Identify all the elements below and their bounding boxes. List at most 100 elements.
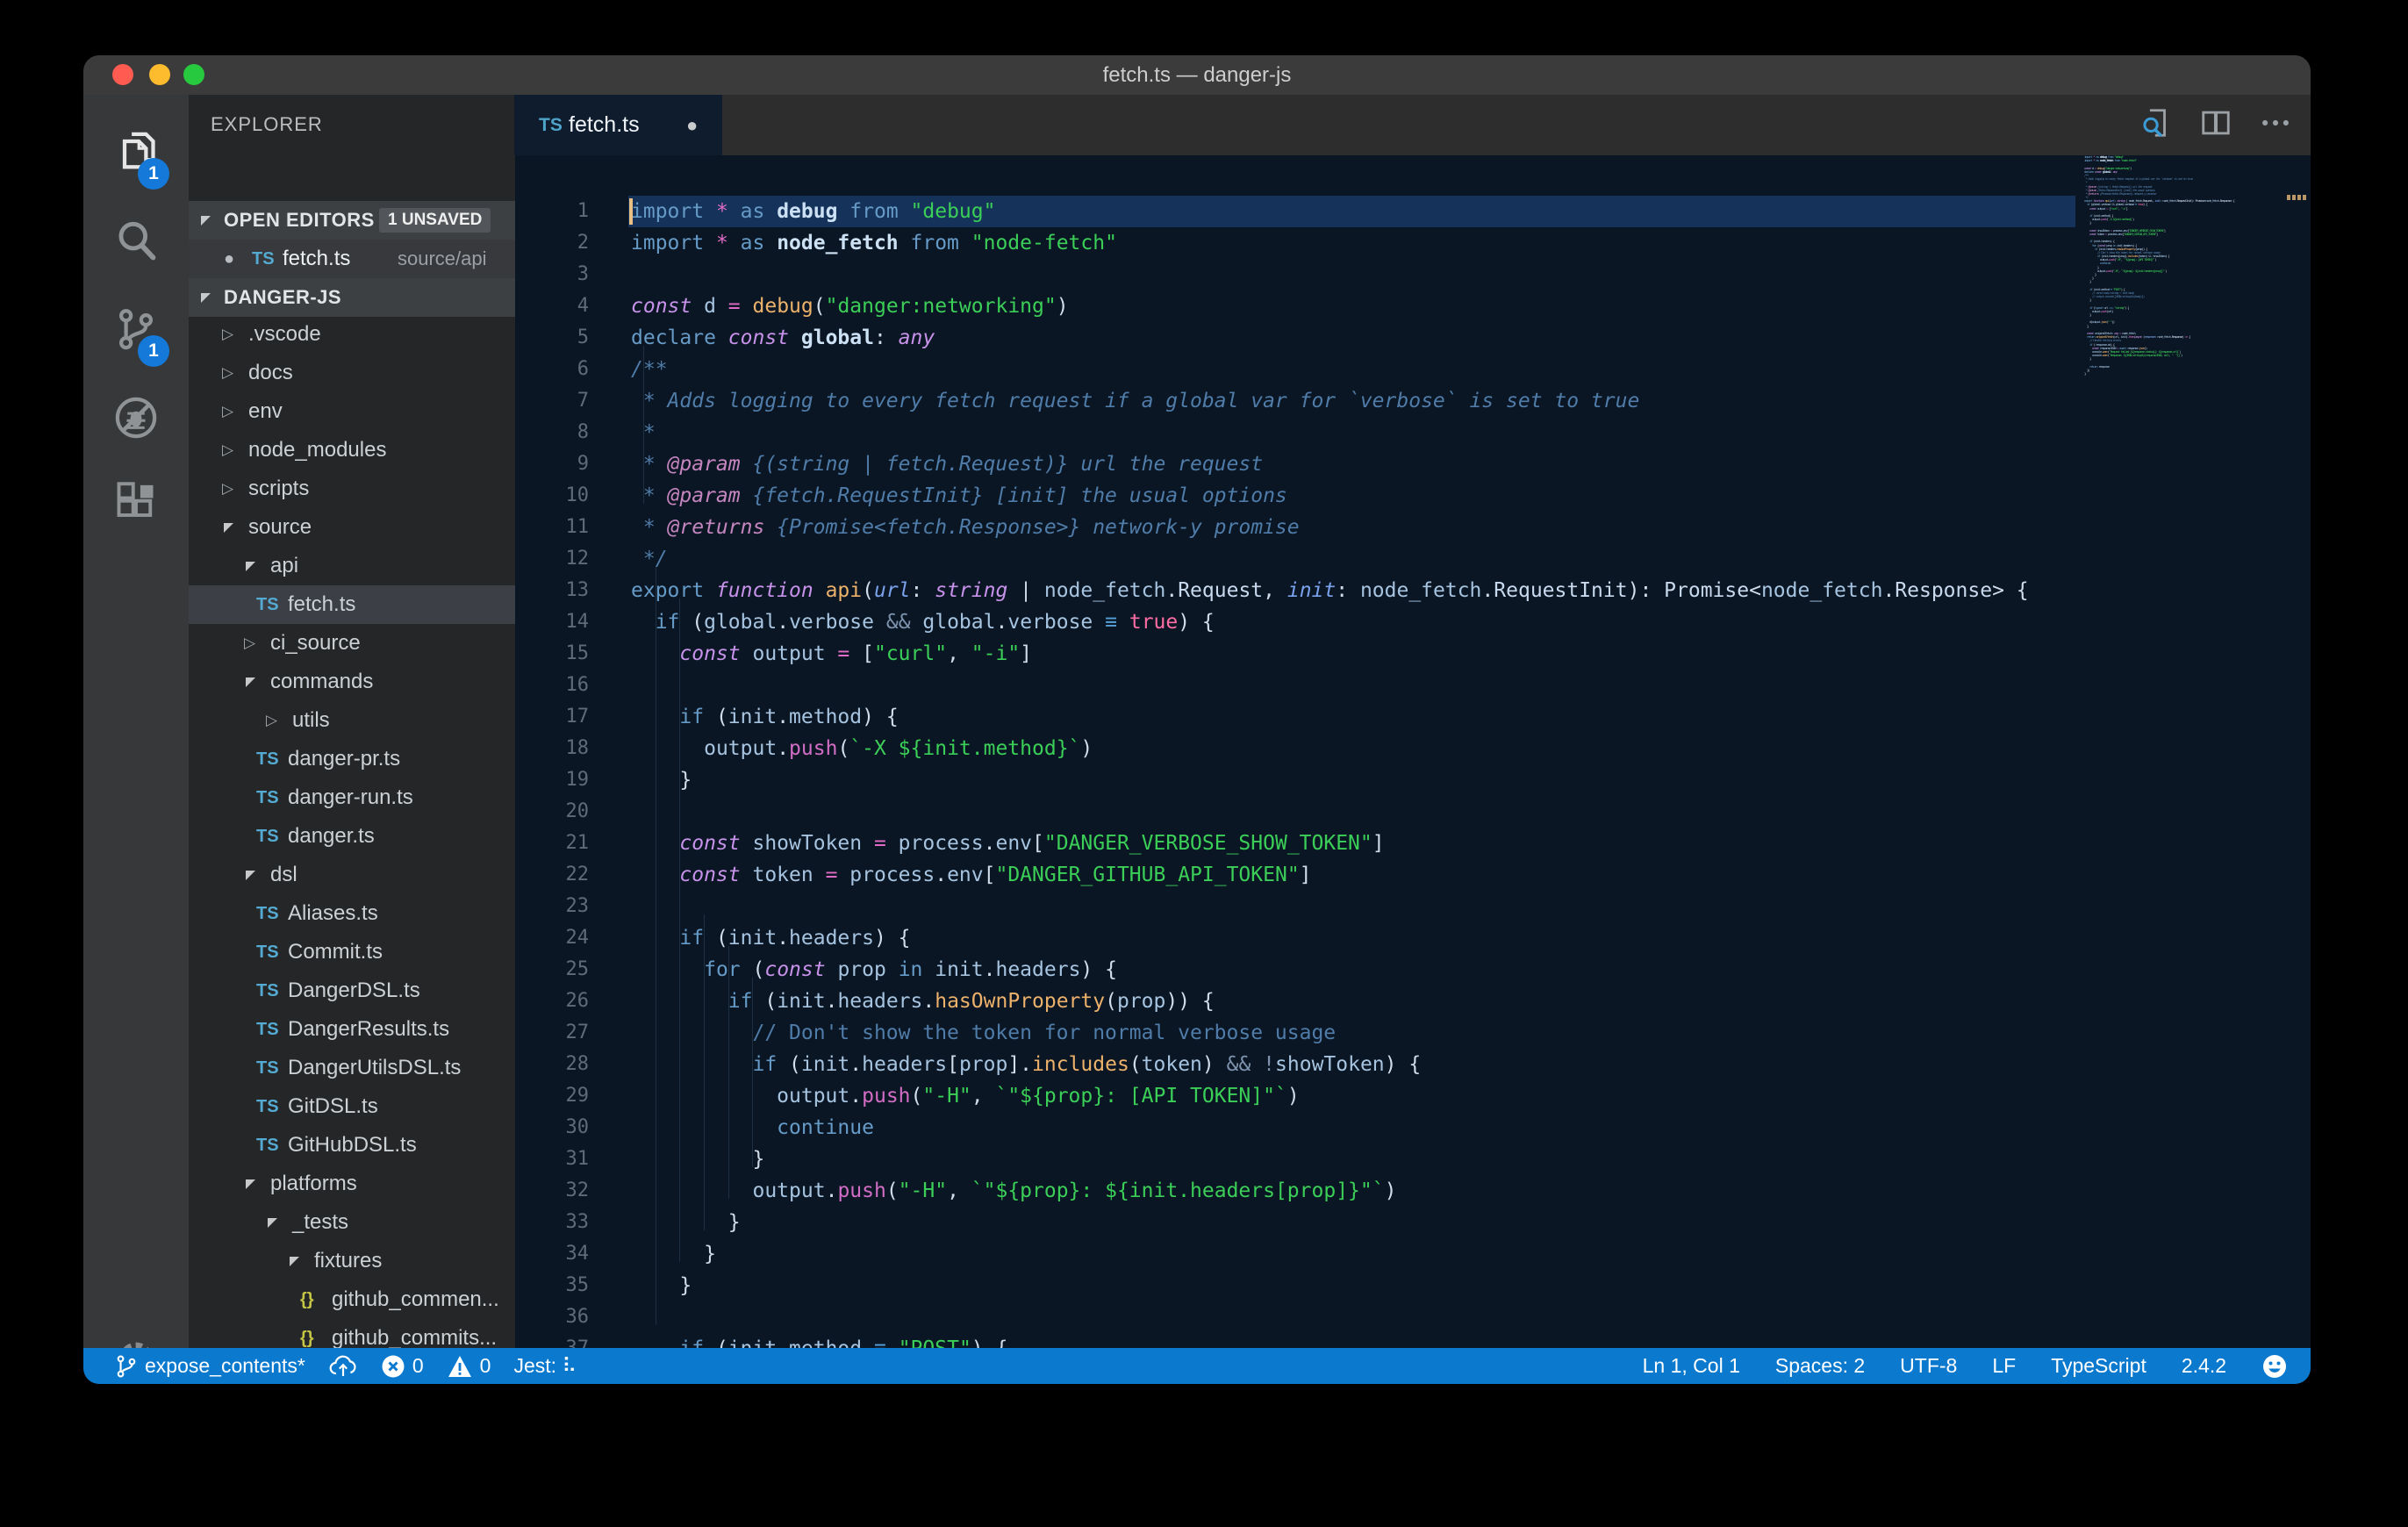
vscode-window: fetch.ts — danger-js 11 EXPLORER OPEN ED… bbox=[83, 55, 2311, 1384]
project-section-header[interactable]: DANGER-JS bbox=[189, 278, 515, 317]
sidebar-title: EXPLORER bbox=[211, 95, 323, 154]
tree-file-DangerDSLts[interactable]: TSDangerDSL.ts bbox=[189, 971, 515, 1010]
tree-folder-vscode[interactable]: ▷.vscode bbox=[189, 315, 515, 354]
tree-folder-api[interactable]: api bbox=[189, 547, 515, 585]
tree-file-GitHubDSLts[interactable]: TSGitHubDSL.ts bbox=[189, 1126, 515, 1165]
chevron-collapsed-icon: ▷ bbox=[222, 431, 233, 470]
open-preview-button[interactable] bbox=[2139, 108, 2174, 143]
minimap[interactable]: import * as debug from "debug"import * a… bbox=[2084, 155, 2286, 419]
status-error[interactable]: 0 bbox=[381, 1354, 424, 1379]
status-typescript[interactable]: TypeScript bbox=[2051, 1354, 2146, 1378]
line-number: 27 bbox=[515, 1017, 589, 1049]
tab-label: fetch.ts bbox=[569, 95, 640, 155]
status-spaces-2[interactable]: Spaces: 2 bbox=[1775, 1354, 1865, 1378]
editor-group: TS fetch.ts ● 12345678910111213141516171… bbox=[515, 95, 2311, 1348]
status-jest-status[interactable]: Jest: ⠧ bbox=[513, 1354, 577, 1378]
line-number: 20 bbox=[515, 796, 589, 828]
more-actions-button[interactable] bbox=[2258, 108, 2293, 143]
tree-folder-dsl[interactable]: dsl bbox=[189, 856, 515, 894]
tree-folder-commands[interactable]: commands bbox=[189, 663, 515, 701]
code-line-2: import * as node_fetch from "node-fetch" bbox=[628, 227, 2075, 259]
modified-dot-icon: ● bbox=[686, 95, 698, 155]
status-label: Jest: ⠧ bbox=[513, 1354, 577, 1378]
open-editors-header[interactable]: OPEN EDITORS 1 UNSAVED bbox=[189, 201, 515, 240]
line-number-gutter: 1234567891011121314151617181920212223242… bbox=[515, 196, 589, 1348]
indent-guide bbox=[679, 599, 680, 1262]
chevron-collapsed-icon: ▷ bbox=[266, 701, 277, 740]
tree-folder-source[interactable]: source bbox=[189, 508, 515, 547]
code-line-7: * Adds logging to every fetch request if… bbox=[628, 385, 2075, 417]
code-line-14: if (global.verbose && global.verbose ≡ t… bbox=[628, 606, 2075, 638]
tree-file-github_commits[interactable]: {}github_commits... bbox=[189, 1319, 515, 1348]
tree-file-DangerResultsts[interactable]: TSDangerResults.ts bbox=[189, 1010, 515, 1049]
activity-extensions-button[interactable] bbox=[83, 463, 189, 544]
tree-folder-_tests[interactable]: _tests bbox=[189, 1203, 515, 1242]
line-number: 24 bbox=[515, 922, 589, 954]
code-line-32: output.push("-H", `"${prop}: ${init.head… bbox=[628, 1175, 2075, 1207]
chevron-expanded-icon bbox=[246, 1179, 255, 1189]
tree-file-Committs[interactable]: TSCommit.ts bbox=[189, 933, 515, 971]
split-editor-button[interactable] bbox=[2198, 108, 2233, 143]
status-utf-8[interactable]: UTF-8 bbox=[1900, 1354, 1957, 1378]
code-line-4: const d = debug("danger:networking") bbox=[628, 290, 2075, 322]
code-line-23 bbox=[628, 891, 2075, 922]
tree-file-danger-runts[interactable]: TSdanger-run.ts bbox=[189, 778, 515, 817]
activity-search-button[interactable] bbox=[83, 200, 189, 281]
tree-folder-ci_source[interactable]: ▷ci_source bbox=[189, 624, 515, 663]
tree-folder-platforms[interactable]: platforms bbox=[189, 1165, 515, 1203]
code-line-12: */ bbox=[628, 543, 2075, 575]
status-label: LF bbox=[1992, 1354, 2016, 1378]
line-number: 14 bbox=[515, 606, 589, 638]
line-number: 36 bbox=[515, 1301, 589, 1333]
tree-file-github_commen[interactable]: {}github_commen... bbox=[189, 1280, 515, 1319]
tree-folder-utils[interactable]: ▷utils bbox=[189, 701, 515, 740]
tree-folder-docs[interactable]: ▷docs bbox=[189, 354, 515, 392]
status-ln-1-col-1[interactable]: Ln 1, Col 1 bbox=[1643, 1354, 1740, 1378]
code-line-27: // Don't show the token for normal verbo… bbox=[628, 1017, 2075, 1049]
folder-name: ci_source bbox=[270, 624, 361, 663]
tree-folder-scripts[interactable]: ▷scripts bbox=[189, 470, 515, 508]
status-lf[interactable]: LF bbox=[1992, 1354, 2016, 1378]
typescript-file-icon: TS bbox=[256, 971, 279, 1010]
tree-file-dangerts[interactable]: TSdanger.ts bbox=[189, 817, 515, 856]
modified-dot-icon: ● bbox=[224, 240, 234, 278]
file-name: danger-pr.ts bbox=[288, 740, 400, 778]
tree-file-fetchts[interactable]: TSfetch.ts bbox=[189, 585, 515, 624]
code-line-11: * @returns {Promise<fetch.Response>} net… bbox=[628, 512, 2075, 543]
chevron-expanded-icon bbox=[246, 677, 255, 687]
status-warning[interactable]: 0 bbox=[447, 1354, 491, 1379]
line-number: 22 bbox=[515, 859, 589, 891]
chevron-collapsed-icon: ▷ bbox=[222, 470, 233, 508]
tree-file-danger-prts[interactable]: TSdanger-pr.ts bbox=[189, 740, 515, 778]
chevron-expanded-icon bbox=[201, 216, 211, 226]
indent-guide bbox=[643, 346, 644, 504]
code-line-24: if (init.headers) { bbox=[628, 922, 2075, 954]
code-editor[interactable]: 1234567891011121314151617181920212223242… bbox=[515, 155, 2311, 1348]
open-editor-item-fetch-ts[interactable]: ● TS fetch.ts source/api bbox=[189, 240, 515, 278]
code-line-19: } bbox=[628, 764, 2075, 796]
activity-debug-disabled-button[interactable] bbox=[83, 377, 189, 458]
activity-source-control-button[interactable]: 1 bbox=[83, 290, 189, 370]
activity-files-button[interactable]: 1 bbox=[83, 112, 189, 193]
tree-file-DangerUtilsDSLts[interactable]: TSDangerUtilsDSL.ts bbox=[189, 1049, 515, 1087]
feedback-smiley-button[interactable] bbox=[2261, 1353, 2288, 1380]
status-2-4-2[interactable]: 2.4.2 bbox=[2182, 1354, 2226, 1378]
line-number: 35 bbox=[515, 1270, 589, 1301]
tree-folder-fixtures[interactable]: fixtures bbox=[189, 1242, 515, 1280]
typescript-file-icon: TS bbox=[256, 1087, 279, 1126]
overview-ruler-decoration bbox=[2287, 195, 2308, 200]
line-number: 1 bbox=[515, 196, 589, 227]
tree-file-GitDSLts[interactable]: TSGitDSL.ts bbox=[189, 1087, 515, 1126]
folder-name: dsl bbox=[270, 856, 297, 894]
code-line-36 bbox=[628, 1301, 2075, 1333]
status-cloud-upload[interactable] bbox=[328, 1353, 358, 1380]
file-name: DangerUtilsDSL.ts bbox=[288, 1049, 461, 1087]
tree-folder-env[interactable]: ▷env bbox=[189, 392, 515, 431]
tree-folder-node_modules[interactable]: ▷node_modules bbox=[189, 431, 515, 470]
folder-name: commands bbox=[270, 663, 373, 701]
status-label: 2.4.2 bbox=[2182, 1354, 2226, 1378]
tab-fetch-ts[interactable]: TS fetch.ts ● bbox=[514, 95, 722, 155]
file-name: DangerResults.ts bbox=[288, 1010, 449, 1049]
status-git-branch[interactable]: expose_contents* bbox=[115, 1354, 305, 1379]
tree-file-Aliasests[interactable]: TSAliases.ts bbox=[189, 894, 515, 933]
